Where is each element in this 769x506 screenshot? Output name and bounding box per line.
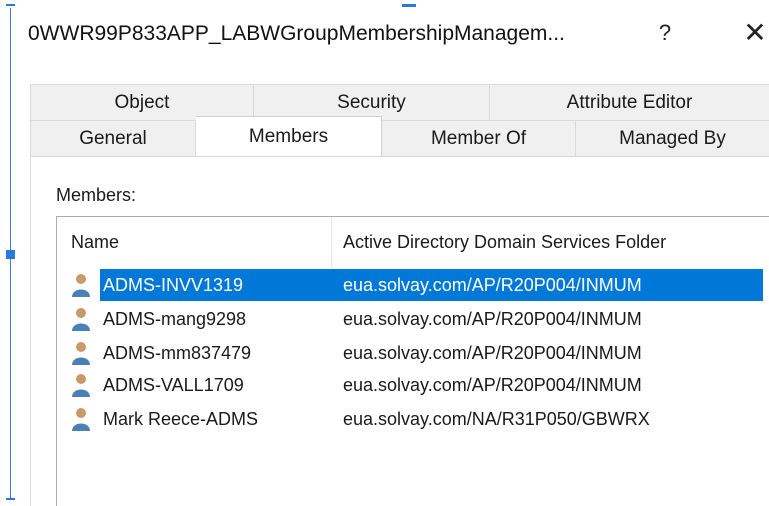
table-row[interactable]: ADMS-INVV1319 eua.solvay.com/AP/R20P004/… (57, 269, 769, 301)
table-row[interactable]: ADMS-VALL1709 eua.solvay.com/AP/R20P004/… (57, 369, 769, 401)
column-header-name[interactable]: Name (71, 217, 119, 267)
member-folder: eua.solvay.com/AP/R20P004/INMUM (343, 375, 642, 395)
member-folder: eua.solvay.com/AP/R20P004/INMUM (343, 343, 642, 363)
tab-object[interactable]: Object (30, 84, 254, 120)
tab-row-front: General Members Member Of Managed By (30, 116, 769, 156)
tab-members[interactable]: Members (196, 116, 382, 156)
tab-member-of[interactable]: Member Of (382, 120, 576, 156)
tab-attribute-editor[interactable]: Attribute Editor (490, 84, 769, 120)
member-name: Mark Reece-ADMS (103, 409, 259, 429)
user-icon (72, 374, 90, 397)
window-title: 0WWR99P833APP_LABWGroupMembershipManagem… (28, 22, 565, 45)
resize-handle-bottom-left[interactable] (6, 498, 15, 500)
table-row[interactable]: ADMS-mang9298 eua.solvay.com/AP/R20P004/… (57, 303, 769, 335)
table-row[interactable]: ADMS-mm837479 eua.solvay.com/AP/R20P004/… (57, 337, 769, 369)
tab-security[interactable]: Security (254, 84, 490, 120)
members-label: Members: (56, 185, 137, 205)
title-bar: 0WWR99P833APP_LABWGroupMembershipManagem… (0, 0, 769, 74)
close-icon[interactable]: ✕ (740, 16, 769, 49)
user-icon (72, 274, 90, 297)
user-icon (72, 342, 90, 365)
list-header: Name Active Directory Domain Services Fo… (57, 217, 769, 267)
resize-handle-left[interactable] (6, 250, 15, 259)
members-list[interactable]: Name Active Directory Domain Services Fo… (56, 216, 769, 506)
member-name: ADMS-mm837479 (103, 343, 252, 363)
member-folder: eua.solvay.com/AP/R20P004/INMUM (343, 309, 642, 329)
user-icon (72, 408, 90, 431)
member-folder: eua.solvay.com/NA/R31P050/GBWRX (343, 409, 650, 429)
member-name: ADMS-INVV1319 (100, 269, 247, 301)
member-folder: eua.solvay.com/AP/R20P004/INMUM (343, 275, 642, 295)
member-name: ADMS-VALL1709 (103, 375, 244, 395)
tab-row-back: Object Security Attribute Editor (30, 84, 769, 120)
column-divider[interactable] (331, 217, 332, 267)
help-button[interactable]: ? (652, 20, 678, 46)
tab-general[interactable]: General (30, 120, 196, 156)
column-header-folder[interactable]: Active Directory Domain Services Folder (343, 217, 666, 267)
user-icon (72, 308, 90, 331)
table-row[interactable]: Mark Reece-ADMS eua.solvay.com/NA/R31P05… (57, 403, 769, 435)
tab-managed-by[interactable]: Managed By (576, 120, 769, 156)
member-name: ADMS-mang9298 (103, 309, 247, 329)
